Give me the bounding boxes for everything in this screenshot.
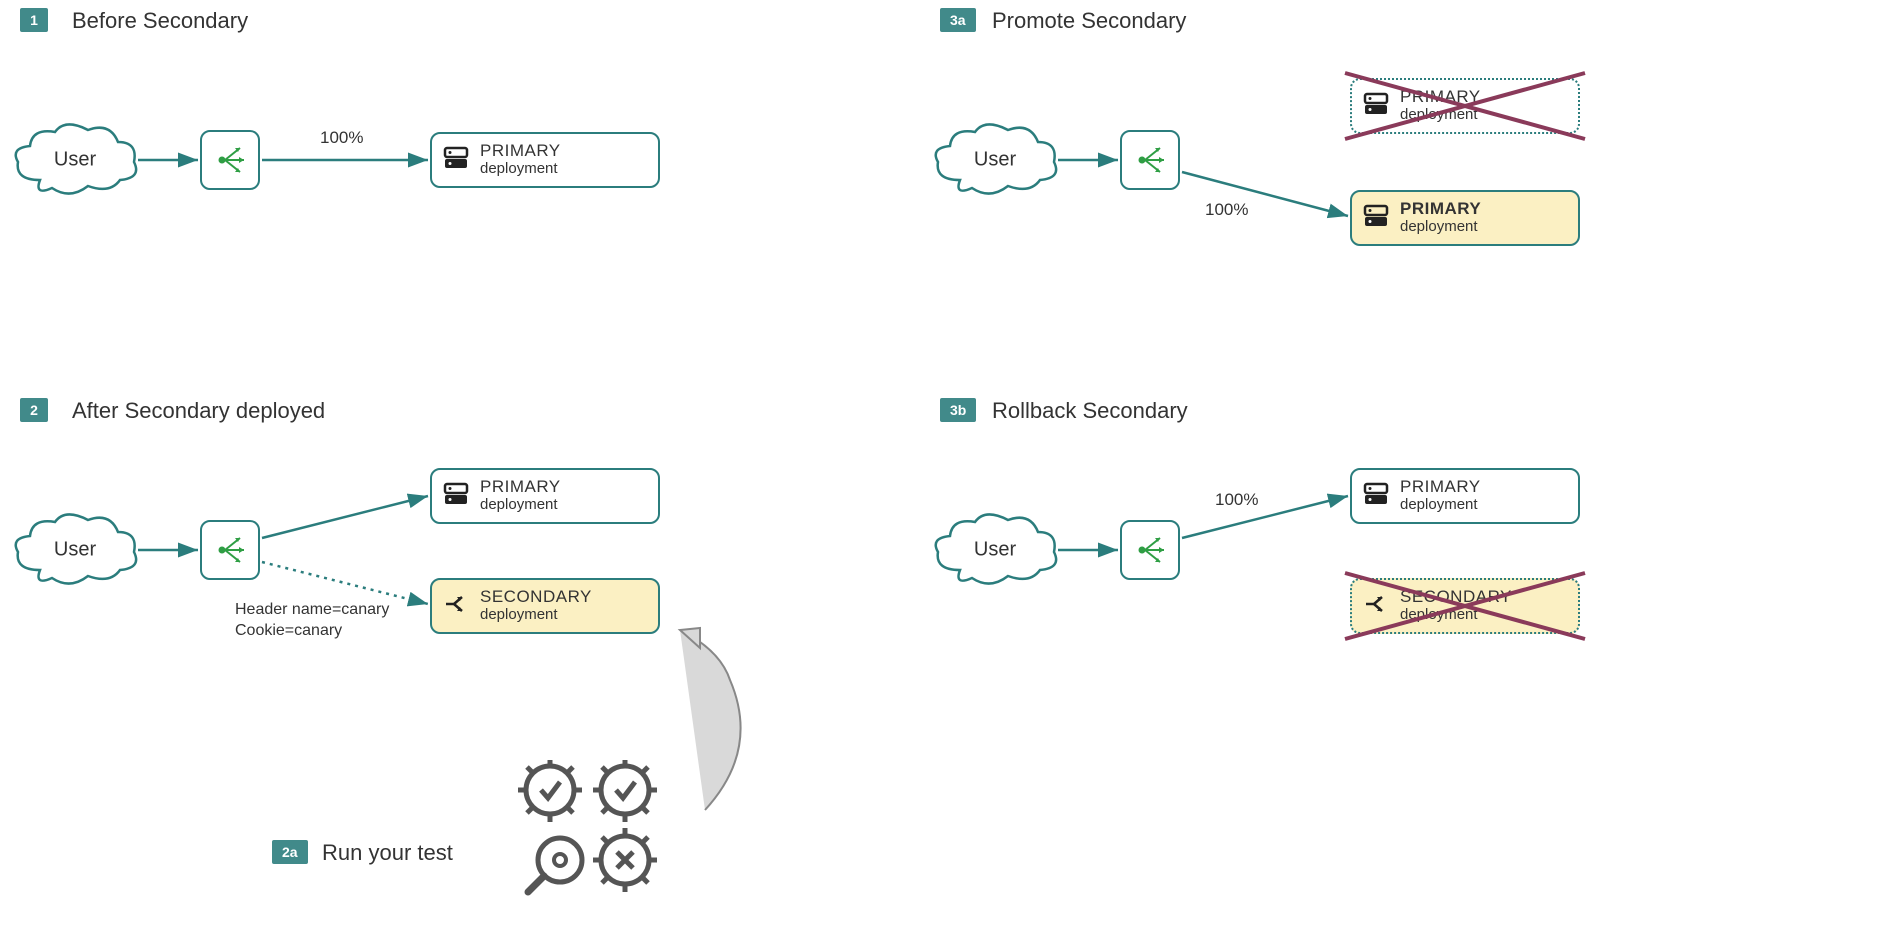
routing-rule-label: Header name=canary Cookie=canary xyxy=(235,600,389,642)
dep-name: PRIMARY xyxy=(480,142,561,161)
arrows-panel-3a xyxy=(920,0,1880,300)
secondary-deployment-box: SECONDARY deployment xyxy=(1350,578,1580,634)
step-title-2a: Run your test xyxy=(322,840,453,866)
load-balancer-icon xyxy=(200,520,260,580)
user-cloud: User xyxy=(10,120,140,200)
dep-name: SECONDARY xyxy=(1400,588,1512,607)
user-cloud: User xyxy=(930,120,1060,200)
panel-rollback-secondary: 3b Rollback Secondary User 100% PRIMARY … xyxy=(920,390,1880,690)
user-cloud: User xyxy=(10,510,140,590)
primary-deployment-box: PRIMARY deployment xyxy=(430,132,660,188)
traffic-pct-label: 100% xyxy=(1215,490,1258,510)
load-balancer-icon xyxy=(1120,130,1180,190)
user-label: User xyxy=(974,149,1016,172)
dep-sub: deployment xyxy=(1400,497,1481,514)
traffic-pct-label: 100% xyxy=(320,128,363,148)
user-label: User xyxy=(974,539,1016,562)
dep-sub: deployment xyxy=(480,161,561,178)
dep-sub: deployment xyxy=(1400,219,1481,236)
user-label: User xyxy=(54,539,96,562)
branch-icon xyxy=(442,590,470,623)
dep-sub: deployment xyxy=(480,497,561,514)
branch-icon xyxy=(1362,590,1390,623)
panel-promote-secondary: 3a Promote Secondary User PRIMARY deploy… xyxy=(920,0,1880,300)
step-badge-1: 1 xyxy=(20,8,48,32)
load-balancer-icon xyxy=(1120,520,1180,580)
step-badge-2: 2 xyxy=(20,398,48,422)
step-badge-2a: 2a xyxy=(272,840,308,864)
old-primary-deployment-box: PRIMARY deployment xyxy=(1350,78,1580,134)
secondary-deployment-box: SECONDARY deployment xyxy=(430,578,660,634)
dep-name: PRIMARY xyxy=(1400,478,1481,497)
arrows-panel-3b xyxy=(920,390,1880,690)
panel-before-secondary: 1 Before Secondary User 100% PRIMARY dep… xyxy=(0,0,900,300)
step-title-3a: Promote Secondary xyxy=(992,8,1186,34)
server-icon xyxy=(1362,480,1390,513)
load-balancer-icon xyxy=(200,130,260,190)
server-icon xyxy=(442,480,470,513)
server-icon xyxy=(1362,202,1390,235)
dep-name: PRIMARY xyxy=(1400,88,1481,107)
dep-name: SECONDARY xyxy=(480,588,592,607)
gears-test-icon xyxy=(515,760,685,915)
dep-sub: deployment xyxy=(1400,607,1512,624)
user-cloud: User xyxy=(930,510,1060,590)
primary-deployment-box: PRIMARY deployment xyxy=(1350,468,1580,524)
step-title-1: Before Secondary xyxy=(72,8,248,34)
server-icon xyxy=(1362,90,1390,123)
dep-sub: deployment xyxy=(480,607,592,624)
step-badge-3a: 3a xyxy=(940,8,976,32)
dep-sub: deployment xyxy=(1400,107,1481,124)
primary-deployment-box: PRIMARY deployment xyxy=(430,468,660,524)
traffic-pct-label: 100% xyxy=(1205,200,1248,220)
server-icon xyxy=(442,144,470,177)
step-title-3b: Rollback Secondary xyxy=(992,398,1188,424)
new-primary-deployment-box: PRIMARY deployment xyxy=(1350,190,1580,246)
dep-name: PRIMARY xyxy=(480,478,561,497)
panel-after-secondary: 2 After Secondary deployed User PRIMARY … xyxy=(0,390,900,946)
step-title-2: After Secondary deployed xyxy=(72,398,325,424)
dep-name: PRIMARY xyxy=(1400,200,1481,219)
step-badge-3b: 3b xyxy=(940,398,976,422)
user-label: User xyxy=(54,149,96,172)
